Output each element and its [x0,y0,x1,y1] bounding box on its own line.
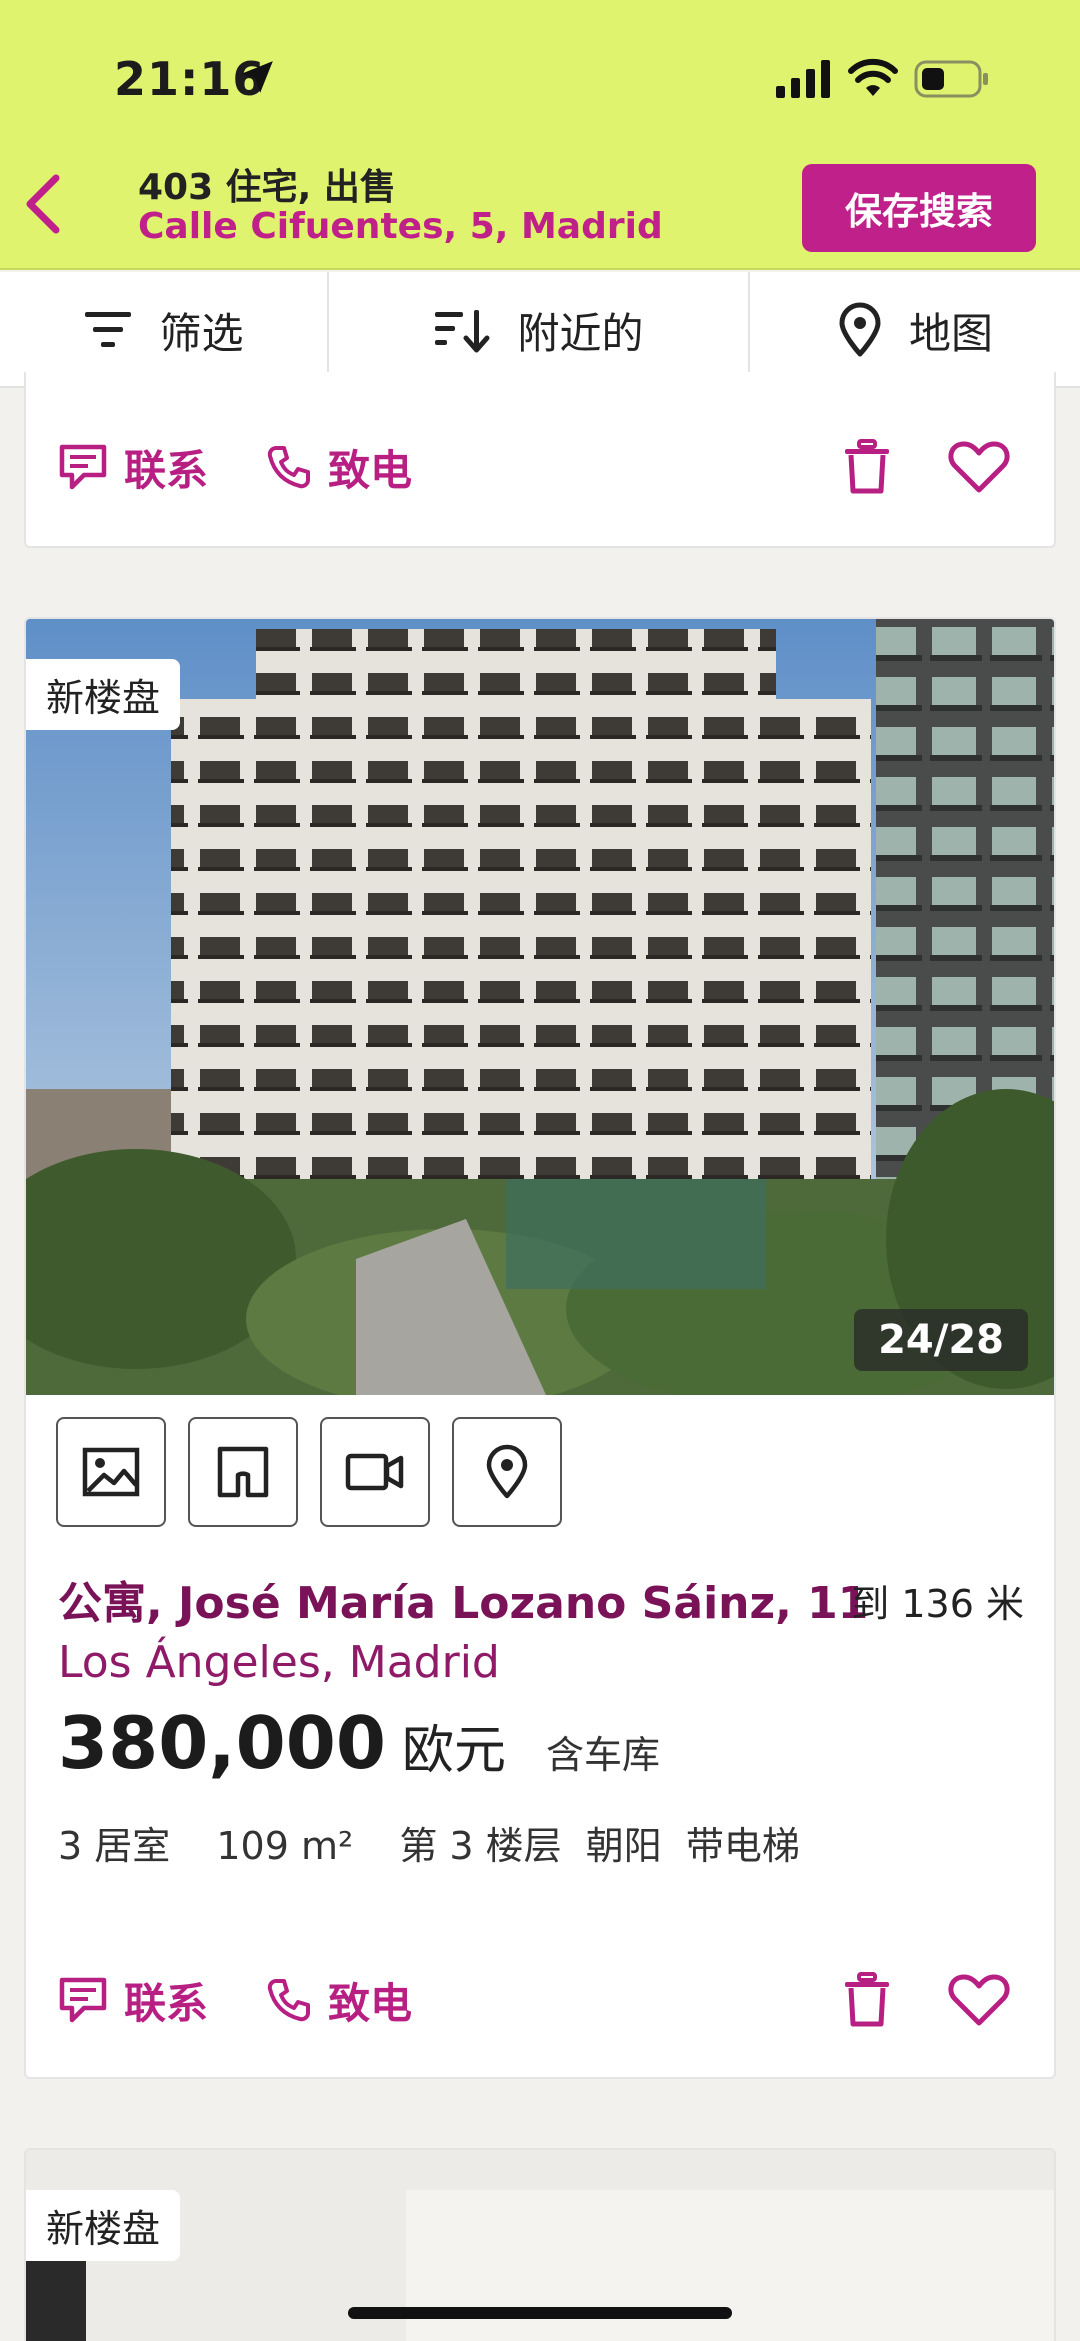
contact-button[interactable]: 联系 [58,1955,208,2045]
listing-photo[interactable]: 新楼盘 24/28 [26,619,1054,1395]
photos-button[interactable] [56,1417,166,1527]
listing-price: 380,000 [58,1701,386,1785]
floor: 第 3 楼层 [399,1824,562,1868]
map-button[interactable]: 地图 [748,272,1080,388]
discard-button[interactable] [834,1967,900,2033]
video-camera-icon [345,1453,404,1491]
favorite-button[interactable] [946,1967,1012,2033]
garage-included: 含车库 [545,1733,660,1777]
trash-icon [845,439,889,494]
sort-icon [435,310,490,353]
location-arrow-icon [241,61,273,93]
price-currency: 欧元 [401,1721,506,1781]
filter-icon [85,312,132,347]
heart-icon [948,1974,1010,2026]
building-photo-image [26,619,1054,1395]
listing-actions: 联系 致电 [26,1955,1054,2045]
video-button[interactable] [320,1417,430,1527]
chat-icon [59,444,107,490]
discard-button[interactable] [834,434,900,500]
new-development-badge: 新楼盘 [26,659,181,730]
status-bar: 21:16 [0,0,1080,150]
call-button[interactable]: 致电 [266,1955,412,2045]
filter-bar: 筛选 附近的 地图 [0,272,1080,388]
battery-icon [914,60,988,98]
image-icon [82,1447,140,1497]
photo-counter: 24/28 [854,1309,1028,1371]
trash-icon [845,1972,889,2027]
save-search-button[interactable]: 保存搜索 [802,164,1036,252]
listing-distance: 到 136 米 [851,1582,1024,1626]
filter-button[interactable]: 筛选 [0,272,327,388]
favorite-button[interactable] [946,434,1012,500]
floorplan-button[interactable] [188,1417,298,1527]
heart-icon [948,441,1010,493]
map-label: 地图 [908,308,993,358]
floorplan-icon [217,1446,269,1498]
map-pin-icon [839,302,881,357]
elevator: 带电梯 [685,1824,800,1868]
new-development-badge: 新楼盘 [26,2190,181,2261]
listing-card[interactable]: 新楼盘 24/28 公寓, José María Lozano Sáinz, 1… [24,617,1056,2079]
filter-label: 筛选 [159,308,244,358]
listing-actions: 联系 致电 [26,422,1054,512]
listing-title[interactable]: 公寓, José María Lozano Sáinz, 11 [58,1567,868,1631]
size: 109 m² [216,1824,354,1868]
location-button[interactable] [452,1417,562,1527]
back-chevron-icon[interactable] [18,172,66,236]
cellular-signal-icon [776,60,830,98]
search-location: Calle Cifuentes, 5, Madrid [138,206,663,247]
call-button[interactable]: 致电 [266,422,412,512]
sort-label: 附近的 [517,308,644,358]
chat-icon [59,1977,107,2023]
listing-details: 3 居室 109 m² 第 3 楼层 朝阳 带电梯 [58,1815,834,1870]
app-header: 21:16 403 住宅, 出售 Calle Cifuentes, 5, Mad… [0,0,1080,270]
contact-button[interactable]: 联系 [58,422,208,512]
map-pin-icon [486,1444,528,1499]
search-title: 403 住宅, 出售 [138,167,396,208]
orientation: 朝阳 [585,1824,662,1868]
sort-nearby-button[interactable]: 附近的 [327,272,748,388]
home-indicator [348,2307,732,2319]
rooms: 3 居室 [58,1824,171,1868]
phone-icon [267,1979,310,2022]
listing-card-previous: 联系 致电 [24,372,1056,548]
phone-icon [267,446,310,489]
price-row: 380,000 欧元 含车库 [58,1701,660,1785]
listing-area: Los Ángeles, Madrid [58,1637,500,1688]
wifi-icon [848,58,898,96]
